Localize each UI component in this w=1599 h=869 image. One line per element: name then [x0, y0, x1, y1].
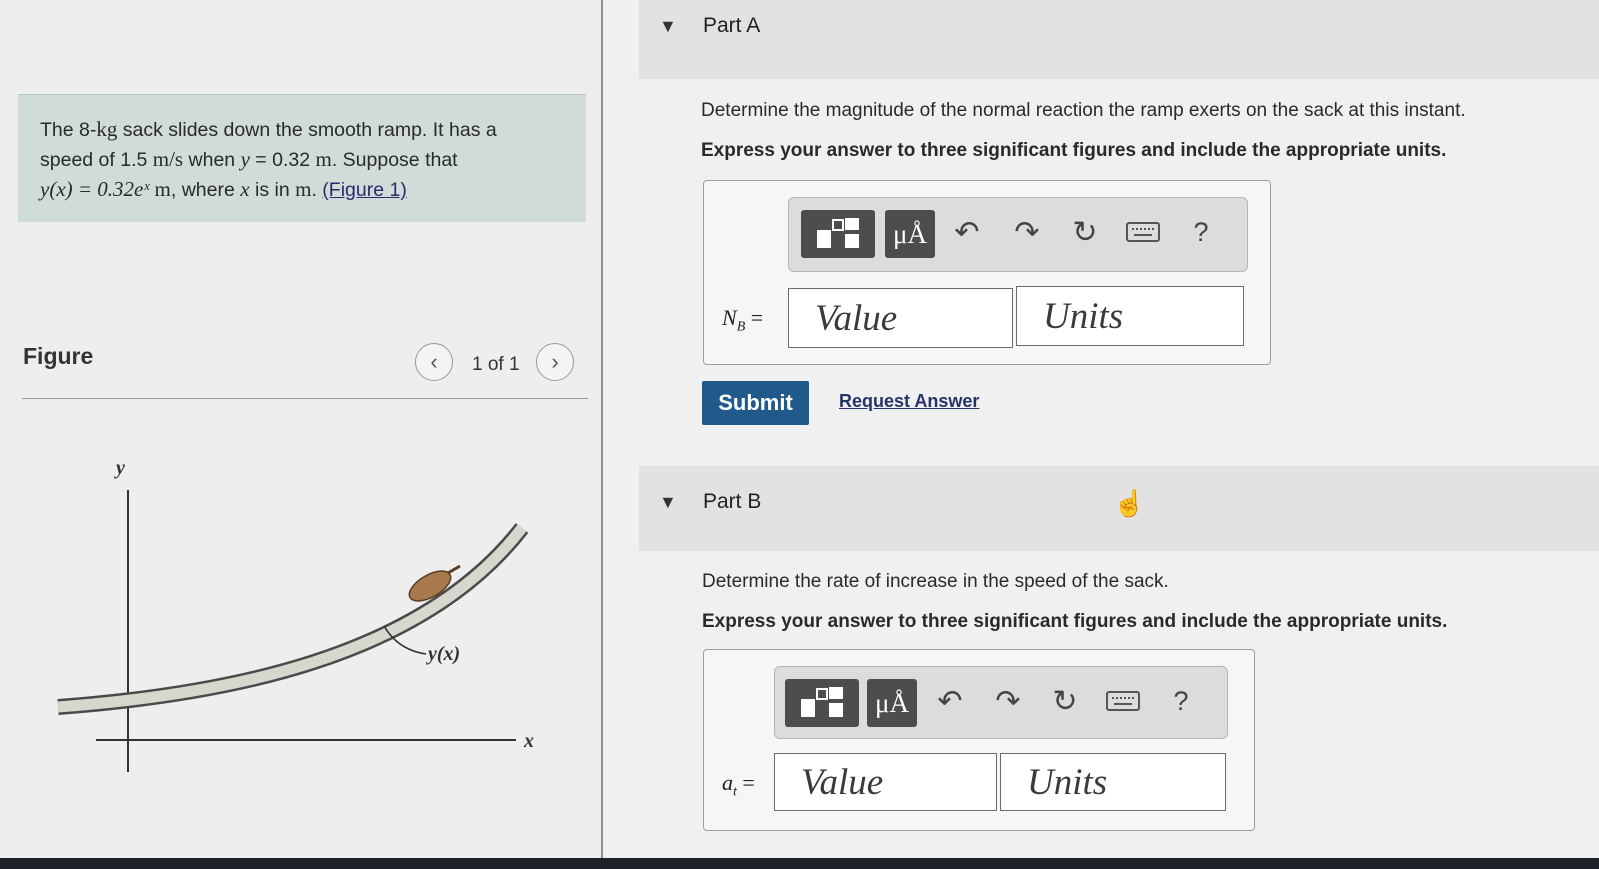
reset-button[interactable]: ↻: [1065, 212, 1105, 252]
part-b-units-input[interactable]: Units: [1000, 753, 1226, 811]
problem-statement: The 8-kg sack slides down the smooth ram…: [18, 94, 586, 222]
part-a-value-input[interactable]: Value: [788, 288, 1013, 348]
undo-button[interactable]: ↶: [930, 681, 970, 721]
problem-text: = 0.32: [249, 149, 316, 171]
variable-x: x: [240, 177, 250, 201]
part-b-question: Determine the rate of increase in the sp…: [702, 571, 1169, 592]
part-b-answer-box: μÅ ↶ ↷ ↻ ? at = Value Units: [703, 649, 1255, 831]
redo-button[interactable]: ↷: [988, 681, 1028, 721]
equals-sign: =: [736, 770, 755, 795]
part-b-instruction: Express your answer to three significant…: [702, 611, 1448, 632]
problem-text: .: [311, 179, 323, 201]
reset-button[interactable]: ↻: [1045, 681, 1085, 721]
keyboard-button[interactable]: [1123, 212, 1163, 252]
problem-panel: The 8-kg sack slides down the smooth ram…: [0, 0, 600, 869]
figure-header: Figure ‹ 1 of 1 ›: [22, 338, 588, 399]
figure-title: Figure: [23, 343, 94, 369]
templates-icon: [817, 218, 859, 248]
reset-icon: ↻: [1072, 215, 1098, 249]
symbols-button[interactable]: μÅ: [867, 679, 917, 727]
chevron-right-icon: ›: [551, 349, 559, 374]
symbols-button[interactable]: μÅ: [885, 210, 935, 258]
y-axis-label: y: [114, 457, 125, 479]
redo-button[interactable]: ↷: [1007, 212, 1047, 252]
problem-text: sack slides down the smooth ramp. It has…: [117, 119, 497, 141]
ramp-equation: y(x) = 0.32eˣ: [40, 177, 150, 201]
request-answer-link[interactable]: Request Answer: [839, 391, 979, 412]
problem-text: speed of 1.5: [40, 149, 153, 171]
redo-icon: ↷: [1014, 215, 1040, 249]
reset-icon: ↻: [1052, 684, 1078, 718]
next-figure-button[interactable]: ›: [536, 343, 574, 381]
part-a-units-input[interactable]: Units: [1016, 286, 1244, 346]
curve-label: y(x): [426, 643, 460, 665]
help-button[interactable]: ?: [1161, 681, 1201, 721]
math-toolbar: μÅ ↶ ↷ ↻ ?: [788, 197, 1248, 272]
length-unit: m: [315, 147, 332, 171]
mass-unit: kg: [96, 117, 118, 141]
collapse-caret-icon: ▼: [659, 16, 677, 36]
part-a-instruction: Express your answer to three significant…: [701, 140, 1447, 161]
keyboard-button[interactable]: [1103, 681, 1143, 721]
templates-button[interactable]: [801, 210, 875, 258]
x-axis-label: x: [523, 730, 534, 752]
equals-sign: =: [745, 305, 764, 330]
symbol-subscript: B: [736, 319, 746, 335]
part-b-title: Part B: [703, 490, 762, 513]
part-a-answer-box: μÅ ↶ ↷ ↻ ? NB = Value Units: [703, 180, 1271, 365]
length-unit: m: [295, 177, 312, 201]
problem-text: is in: [249, 179, 296, 201]
figure-link[interactable]: (Figure 1): [322, 179, 407, 201]
part-a-title: Part A: [703, 14, 761, 37]
problem-text: The 8-: [40, 119, 97, 141]
collapse-caret-icon: ▼: [659, 492, 677, 512]
bottom-bezel: [0, 858, 1599, 869]
chevron-left-icon: ‹: [430, 349, 438, 374]
symbol-main: N: [722, 305, 737, 330]
problem-text: . Suppose that: [331, 149, 458, 171]
submit-button[interactable]: Submit: [702, 381, 809, 425]
help-button[interactable]: ?: [1181, 212, 1221, 252]
previous-figure-button[interactable]: ‹: [415, 343, 453, 381]
math-toolbar: μÅ ↶ ↷ ↻ ?: [774, 666, 1228, 739]
part-a-symbol: NB =: [722, 305, 763, 335]
templates-button[interactable]: [785, 679, 859, 727]
undo-icon: ↶: [954, 215, 980, 249]
equation-unit: m: [149, 177, 171, 201]
part-b-value-input[interactable]: Value: [774, 753, 997, 811]
variable-y: y: [240, 147, 250, 171]
problem-text: , where: [170, 179, 241, 201]
keyboard-icon: [1126, 222, 1160, 242]
speed-unit: m/s: [152, 147, 184, 171]
undo-button[interactable]: ↶: [947, 212, 987, 252]
undo-icon: ↶: [937, 684, 963, 718]
answer-panel: ▼ Part A Determine the magnitude of the …: [603, 0, 1599, 869]
problem-text: when: [183, 149, 241, 171]
part-a-question: Determine the magnitude of the normal re…: [701, 100, 1466, 121]
part-b-symbol: at =: [722, 770, 755, 800]
hand-cursor-icon: ☝: [1113, 488, 1146, 518]
templates-icon: [801, 687, 843, 717]
figure-page-indicator: 1 of 1: [472, 354, 520, 375]
ramp-figure: y x y(x): [57, 457, 534, 772]
redo-icon: ↷: [995, 684, 1021, 718]
keyboard-icon: [1106, 691, 1140, 711]
symbol-main: a: [722, 770, 733, 795]
part-a-header[interactable]: ▼ Part A: [639, 0, 1599, 79]
